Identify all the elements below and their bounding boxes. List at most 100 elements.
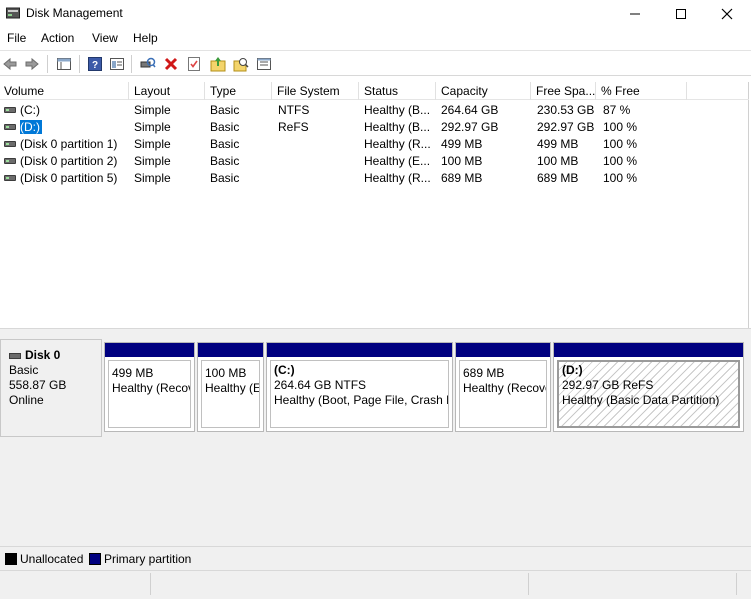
- column-status[interactable]: Status: [360, 82, 436, 100]
- svg-text:?: ?: [92, 60, 98, 71]
- disk-info-panel[interactable]: Disk 0 Basic 558.87 GB Online: [0, 339, 102, 437]
- pct-cell: 100 %: [603, 137, 638, 151]
- minimize-button[interactable]: [612, 0, 658, 28]
- up-folder-icon: [210, 57, 226, 72]
- properties-pane-button[interactable]: [55, 55, 73, 73]
- drive-icon: [9, 352, 21, 359]
- status-cell: Healthy (R...: [364, 171, 431, 185]
- partition-size: 264.64 GB NTFS: [274, 378, 367, 392]
- column-free-space[interactable]: Free Spa...: [532, 82, 596, 100]
- window-title: Disk Management: [26, 6, 123, 20]
- close-button[interactable]: [704, 0, 750, 28]
- legend-swatch-primary: [89, 553, 101, 565]
- partition-details: 499 MB Healthy (Recovery Partition): [108, 360, 191, 428]
- partition-status: Healthy (Boot, Page File, Crash Dump, Ba…: [274, 393, 448, 407]
- show-hide-icon: [110, 58, 124, 70]
- partition-status: Healthy (Basic Data Partition): [562, 393, 720, 407]
- partition-block[interactable]: 499 MB Healthy (Recovery Partition): [104, 342, 195, 432]
- volume-name: (Disk 0 partition 1): [20, 137, 118, 151]
- menu-bar: File Action View Help: [0, 28, 751, 50]
- column-file-system[interactable]: File System: [273, 82, 359, 100]
- capacity-cell: 264.64 GB: [441, 103, 499, 117]
- column-capacity[interactable]: Capacity: [437, 82, 531, 100]
- toolbar: ?: [0, 50, 751, 76]
- connect-button[interactable]: [139, 55, 157, 73]
- pct-cell: 87 %: [603, 103, 631, 117]
- menu-view[interactable]: View: [92, 31, 118, 45]
- partition-size: 100 MB: [205, 366, 247, 380]
- drive-icon: [4, 158, 16, 164]
- partition-status: Healthy (Recovery Partition): [112, 381, 190, 395]
- drive-icon: [4, 141, 16, 147]
- partition-block[interactable]: 689 MB Healthy (Recovery Partition): [455, 342, 551, 432]
- partition-block[interactable]: (C:) 264.64 GB NTFS Healthy (Boot, Page …: [266, 342, 453, 432]
- forward-button[interactable]: [23, 55, 41, 73]
- show-hide-button[interactable]: [108, 55, 126, 73]
- menu-file[interactable]: File: [7, 31, 26, 45]
- checklist-button[interactable]: [185, 55, 203, 73]
- toolbar-separator: [47, 55, 48, 73]
- status-cell: Healthy (E...: [364, 154, 431, 168]
- maximize-button[interactable]: [658, 0, 704, 28]
- primary-partition-bar: [105, 343, 194, 357]
- free-cell: 230.53 GB: [537, 103, 595, 117]
- status-cell: Healthy (R...: [364, 137, 431, 151]
- legend-swatch-unallocated: [5, 553, 17, 565]
- table-row[interactable]: (Disk 0 partition 5) Simple Basic Health…: [0, 169, 749, 186]
- column-percent-free[interactable]: % Free: [597, 82, 687, 100]
- search-folder-icon: [233, 58, 249, 72]
- column-type[interactable]: Type: [206, 82, 272, 100]
- partition-status: Healthy (EFI System Partition): [205, 381, 260, 395]
- maximize-icon: [676, 9, 686, 19]
- layout-cell: Simple: [134, 154, 171, 168]
- up-folder-button[interactable]: [209, 55, 227, 73]
- free-cell: 689 MB: [537, 171, 579, 185]
- table-row[interactable]: (Disk 0 partition 1) Simple Basic Health…: [0, 135, 749, 152]
- volume-name: (C:): [20, 103, 40, 117]
- disk-name: Disk 0: [25, 348, 61, 362]
- column-layout[interactable]: Layout: [130, 82, 205, 100]
- console-button[interactable]: [255, 55, 273, 73]
- table-row[interactable]: (Disk 0 partition 2) Simple Basic Health…: [0, 152, 749, 169]
- menu-action[interactable]: Action: [41, 31, 74, 45]
- status-cell: Healthy (B...: [364, 120, 431, 134]
- free-cell: 100 MB: [537, 154, 579, 168]
- toolbar-separator: [79, 55, 80, 73]
- primary-partition-bar: [554, 343, 743, 357]
- free-cell: 292.97 GB: [537, 120, 595, 134]
- properties-pane-icon: [57, 58, 71, 70]
- partition-name: (D:): [562, 363, 583, 377]
- disk-name-row: Disk 0: [9, 348, 101, 363]
- disk-type: Basic: [9, 363, 39, 377]
- layout-cell: Simple: [134, 120, 171, 134]
- status-bar: [0, 570, 751, 599]
- column-volume[interactable]: Volume: [0, 82, 129, 100]
- menu-help[interactable]: Help: [133, 31, 158, 45]
- partition-block[interactable]: 100 MB Healthy (EFI System Partition): [197, 342, 264, 432]
- checklist-icon: [188, 57, 200, 71]
- layout-cell: Simple: [134, 103, 171, 117]
- partition-block-selected[interactable]: (D:) 292.97 GB ReFS Healthy (Basic Data …: [553, 342, 744, 432]
- back-button[interactable]: [1, 55, 19, 73]
- title-bar: Disk Management: [0, 0, 751, 28]
- legend-label-primary: Primary partition: [104, 552, 192, 566]
- partition-size: 292.97 GB ReFS: [562, 378, 654, 392]
- free-cell: 499 MB: [537, 137, 579, 151]
- volume-list: Volume Layout Type File System Status Ca…: [0, 82, 749, 328]
- back-icon: [3, 57, 17, 71]
- primary-partition-bar: [198, 343, 263, 357]
- primary-partition-bar: [267, 343, 452, 357]
- table-row[interactable]: (D:) Simple Basic ReFS Healthy (B... 292…: [0, 118, 749, 135]
- help-button[interactable]: ?: [86, 55, 104, 73]
- capacity-cell: 100 MB: [441, 154, 483, 168]
- partition-name: (C:): [274, 363, 295, 377]
- layout-cell: Simple: [134, 171, 171, 185]
- partition-details: 100 MB Healthy (EFI System Partition): [201, 360, 260, 428]
- table-row[interactable]: (C:) Simple Basic NTFS Healthy (B... 264…: [0, 101, 749, 118]
- delete-button[interactable]: [162, 55, 180, 73]
- pct-cell: 100 %: [603, 171, 638, 185]
- capacity-cell: 499 MB: [441, 137, 483, 151]
- help-icon: ?: [88, 57, 102, 71]
- status-segment: [151, 573, 529, 595]
- search-folder-button[interactable]: [232, 55, 250, 73]
